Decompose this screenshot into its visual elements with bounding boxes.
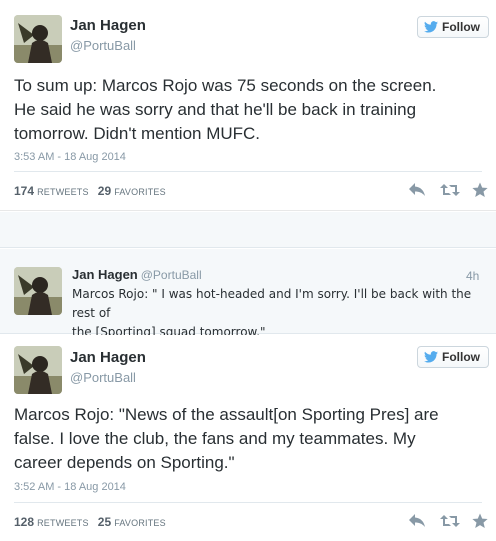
retweet-icon[interactable]	[440, 182, 460, 198]
author-name[interactable]: Jan Hagen	[70, 17, 146, 34]
favorite-count[interactable]: 29	[98, 184, 111, 198]
retweet-count[interactable]: 128	[14, 515, 34, 529]
tweet-card-2[interactable]: Jan Hagen @PortuBall 4h Marcos Rojo: " I …	[0, 249, 496, 339]
author-handle[interactable]: @PortuBall	[70, 370, 136, 385]
reply-icon[interactable]	[408, 182, 426, 198]
author-name-row: Jan Hagen @PortuBall	[72, 267, 202, 282]
avatar[interactable]	[14, 346, 62, 394]
follow-button[interactable]: Follow	[417, 346, 489, 368]
tweet-text: Marcos Rojo: "News of the assault[on Spo…	[14, 403, 439, 475]
twitter-bird-icon	[424, 351, 438, 363]
author-handle[interactable]: @PortuBall	[70, 38, 136, 53]
favorite-label[interactable]: FAVORITES	[114, 187, 166, 197]
retweet-count[interactable]: 174	[14, 184, 34, 198]
author-name[interactable]: Jan Hagen	[72, 267, 138, 282]
retweet-label[interactable]: RETWEETS	[37, 518, 89, 528]
favorite-count[interactable]: 25	[98, 515, 111, 529]
tweet-text: Marcos Rojo: " I was hot-headed and I'm …	[72, 285, 496, 342]
tweet-text-line: Marcos Rojo: "News of the assault[on Spo…	[14, 405, 439, 424]
avatar[interactable]	[14, 267, 62, 315]
tweet-stats: 174 RETWEETS 29 FAVORITES	[14, 184, 172, 198]
tweet-text: To sum up: Marcos Rojo was 75 seconds on…	[14, 74, 436, 146]
tweet-text-line: He said he was sorry and that he'll be b…	[14, 100, 417, 119]
tweet-separator	[0, 212, 496, 248]
favorite-star-icon[interactable]	[472, 182, 490, 198]
author-name[interactable]: Jan Hagen	[70, 349, 146, 366]
avatar[interactable]	[14, 15, 62, 63]
follow-label: Follow	[442, 20, 480, 34]
retweet-label[interactable]: RETWEETS	[37, 187, 89, 197]
tweet-time-ago[interactable]: 4h	[466, 269, 479, 283]
favorite-star-icon[interactable]	[472, 513, 490, 529]
tweet-stats: 128 RETWEETS 25 FAVORITES	[14, 515, 172, 529]
divider	[14, 171, 482, 172]
favorite-label[interactable]: FAVORITES	[114, 518, 166, 528]
twitter-bird-icon	[424, 21, 438, 33]
tweet-text-line: Marcos Rojo: " I was hot-headed and I'm …	[72, 287, 472, 320]
reply-icon[interactable]	[408, 513, 426, 529]
follow-button[interactable]: Follow	[417, 16, 489, 38]
tweet-text-line: career depends on Sporting."	[14, 453, 235, 472]
tweet-card-1: Jan Hagen @PortuBall Follow To sum up: M…	[0, 0, 496, 211]
follow-label: Follow	[442, 350, 480, 364]
retweet-icon[interactable]	[440, 513, 460, 529]
divider	[14, 502, 482, 503]
tweet-text-line: false. I love the club, the fans and my …	[14, 429, 416, 448]
tweet-text-line: tomorrow. Didn't mention MUFC.	[14, 124, 261, 143]
author-handle[interactable]: @PortuBall	[141, 268, 202, 282]
tweet-timestamp[interactable]: 3:52 AM - 18 Aug 2014	[14, 481, 126, 493]
tweet-actions	[408, 513, 490, 529]
tweet-text-line: To sum up: Marcos Rojo was 75 seconds on…	[14, 76, 437, 95]
tweet-card-3: Jan Hagen @PortuBall Follow Marcos Rojo:…	[0, 335, 496, 541]
tweet-actions	[408, 182, 490, 198]
tweet-timestamp[interactable]: 3:53 AM - 18 Aug 2014	[14, 151, 126, 163]
